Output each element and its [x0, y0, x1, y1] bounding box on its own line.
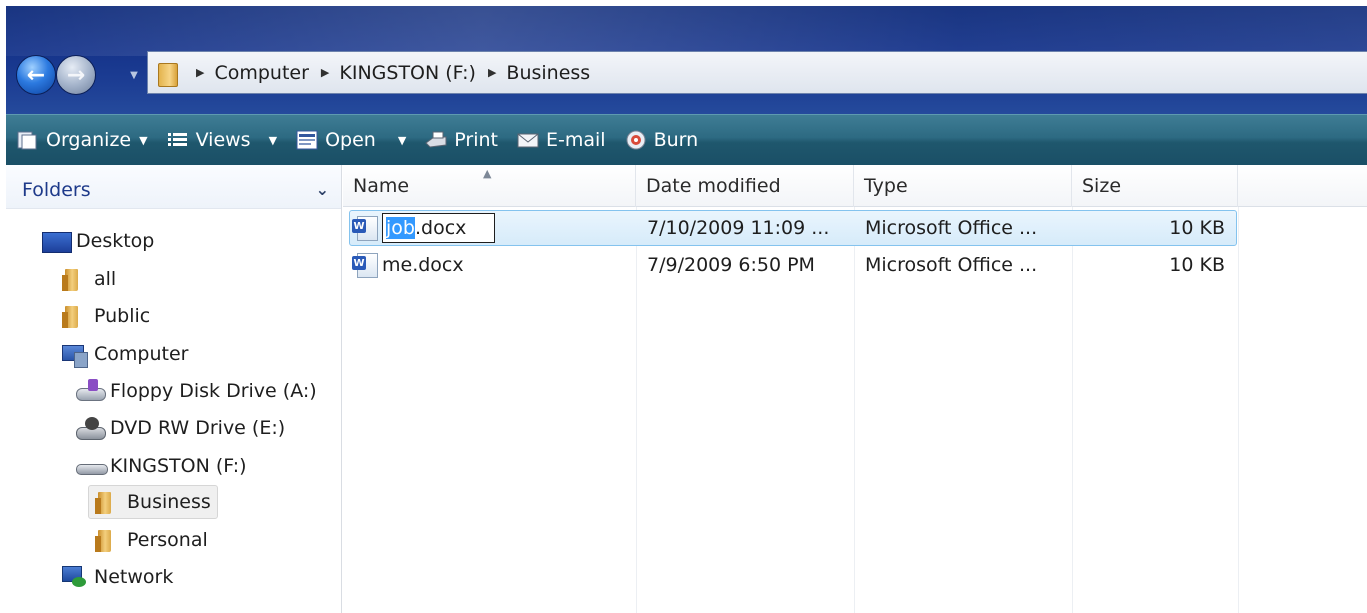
folders-header[interactable]: Folders ⌄ — [6, 165, 341, 209]
floppy-drive-icon — [76, 379, 106, 403]
chevron-down-icon: ▼ — [130, 69, 138, 81]
usb-drive-icon — [76, 454, 108, 478]
word-document-icon — [352, 215, 378, 241]
tree-item-label: Computer — [94, 343, 189, 365]
open-button[interactable]: Open ▼ — [295, 129, 406, 151]
folder-icon — [93, 490, 119, 514]
folder-icon — [93, 528, 119, 552]
sort-ascending-icon: ▲ — [483, 167, 492, 180]
tree-item-all[interactable]: all — [60, 262, 116, 296]
email-label: E-mail — [546, 129, 606, 151]
email-button[interactable]: E-mail — [516, 129, 606, 151]
tree-item-floppy-drive[interactable]: Floppy Disk Drive (A:) — [76, 374, 317, 408]
tree-item-dvd-drive[interactable]: DVD RW Drive (E:) — [76, 411, 285, 445]
views-icon — [166, 129, 190, 151]
print-label: Print — [454, 129, 498, 151]
rename-input[interactable]: job .docx — [382, 213, 496, 243]
file-row-me[interactable]: me.docx 7/9/2009 6:50 PM Microsoft Offic… — [349, 248, 1237, 284]
command-toolbar: Organize ▼ Views ▼ Open ▼ Print E-mail B… — [6, 114, 1367, 165]
organize-button[interactable]: Organize ▼ — [16, 129, 148, 151]
tree-item-label: DVD RW Drive (E:) — [110, 417, 286, 439]
column-divider — [1238, 207, 1239, 613]
print-button[interactable]: Print — [424, 129, 498, 151]
tree-item-label: Personal — [127, 529, 208, 551]
chevron-down-icon: ▼ — [397, 133, 407, 147]
views-label: Views — [195, 129, 251, 151]
file-name-label: me.docx — [382, 254, 464, 276]
tree-item-label: Network — [94, 566, 174, 588]
column-header-type[interactable]: Type — [854, 165, 1072, 207]
breadcrumb-kingston[interactable]: KINGSTON (F:) — [339, 62, 476, 84]
window-title-bar: ← → ▼ ▶ Computer ▶ KINGSTON (F:) ▶ Busin… — [6, 6, 1367, 114]
printer-icon — [424, 129, 448, 151]
address-bar[interactable]: ▶ Computer ▶ KINGSTON (F:) ▶ Business — [147, 51, 1367, 94]
column-header-date-modified[interactable]: Date modified — [636, 165, 854, 207]
desktop-icon — [42, 229, 72, 253]
file-type-cell: Microsoft Office ... — [865, 254, 1038, 276]
tree-item-label: all — [94, 268, 117, 290]
tree-item-label: Business — [127, 491, 211, 513]
tree-item-label: Desktop — [76, 230, 155, 252]
column-header-size[interactable]: Size — [1072, 165, 1238, 207]
file-size-cell: 10 KB — [1169, 217, 1225, 239]
folders-pane: Folders ⌄ Desktop all Public Computer Fl… — [6, 165, 342, 613]
file-date-cell: 7/10/2009 11:09 ... — [647, 217, 830, 239]
chevron-down-icon: ▼ — [268, 133, 278, 147]
folder-icon — [60, 304, 86, 328]
open-label: Open — [325, 129, 376, 151]
tree-item-personal[interactable]: Personal — [93, 523, 208, 557]
tree-item-public[interactable]: Public — [60, 299, 150, 333]
word-document-icon — [352, 252, 378, 278]
forward-arrow-icon: → — [66, 62, 86, 88]
folders-header-label: Folders — [22, 178, 91, 201]
chevron-down-icon: ▼ — [139, 133, 148, 147]
file-size-cell: 10 KB — [1169, 254, 1225, 276]
rename-selected-text: job — [386, 217, 415, 239]
breadcrumb-separator-icon[interactable]: ▶ — [321, 66, 329, 79]
folder-icon — [156, 60, 178, 87]
breadcrumb-separator-icon[interactable]: ▶ — [196, 66, 204, 79]
tree-item-label: Public — [94, 305, 151, 327]
views-button[interactable]: Views ▼ — [166, 129, 277, 151]
file-name-cell[interactable]: me.docx — [352, 248, 464, 282]
tree-item-kingston[interactable]: KINGSTON (F:) — [76, 449, 247, 483]
column-header-name[interactable]: Name ▲ — [343, 165, 636, 207]
disc-burn-icon — [624, 129, 648, 151]
dvd-drive-icon — [76, 416, 106, 440]
breadcrumb-separator-icon[interactable]: ▶ — [488, 66, 496, 79]
tree-item-network[interactable]: Network — [60, 560, 173, 594]
word-document-icon — [295, 129, 319, 151]
file-row-job[interactable]: job.docx 7/10/2009 11:09 ... Microsoft O… — [349, 210, 1237, 246]
column-header-label: Name — [353, 175, 410, 197]
organize-icon — [16, 129, 40, 151]
back-arrow-icon: ← — [26, 62, 46, 88]
file-list-pane: Name ▲ Date modified Type Size job.docx … — [343, 165, 1367, 613]
tree-item-label: Floppy Disk Drive (A:) — [110, 380, 317, 402]
column-headers: Name ▲ Date modified Type Size — [343, 165, 1367, 207]
chevron-down-icon[interactable]: ⌄ — [316, 180, 329, 199]
file-name-cell[interactable]: job.docx — [352, 211, 496, 245]
rename-extension-text: .docx — [414, 217, 467, 239]
tree-item-label: KINGSTON (F:) — [110, 455, 247, 477]
forward-button[interactable]: → — [56, 55, 96, 95]
organize-label: Organize — [46, 129, 132, 151]
email-icon — [516, 129, 540, 151]
computer-icon — [60, 342, 88, 368]
column-header-label: Type — [864, 175, 908, 197]
tree-item-business[interactable]: Business — [88, 485, 218, 519]
file-date-cell: 7/9/2009 6:50 PM — [647, 254, 815, 276]
file-type-cell: Microsoft Office ... — [865, 217, 1038, 239]
user-folder-icon — [60, 267, 86, 291]
breadcrumb-computer[interactable]: Computer — [214, 62, 308, 84]
column-header-label: Date modified — [646, 175, 781, 197]
tree-item-desktop[interactable]: Desktop — [42, 224, 154, 258]
burn-button[interactable]: Burn — [624, 129, 699, 151]
burn-label: Burn — [653, 129, 699, 151]
tree-item-computer[interactable]: Computer — [60, 337, 188, 371]
breadcrumb-business[interactable]: Business — [506, 62, 590, 84]
column-header-label: Size — [1082, 175, 1122, 197]
network-icon — [60, 565, 86, 589]
recent-pages-button[interactable]: ▼ — [127, 67, 141, 83]
back-button[interactable]: ← — [16, 55, 56, 95]
